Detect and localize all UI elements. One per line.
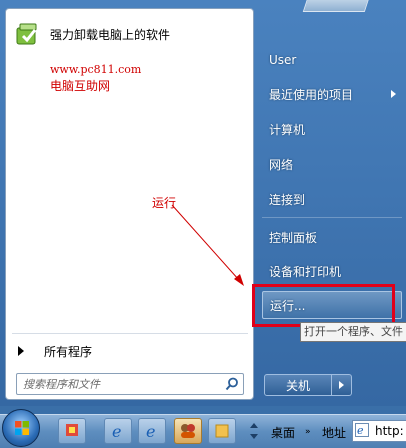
start-button[interactable] [2, 409, 40, 447]
internet-explorer-icon: e [112, 422, 121, 441]
address-toolbar-label: 地址 [322, 426, 347, 440]
internet-explorer-icon: e [146, 422, 155, 441]
taskbar-app-button[interactable] [58, 418, 86, 444]
windows-logo-icon [15, 421, 29, 435]
taskbar-scroll-arrows[interactable] [248, 418, 260, 444]
chevron-icon[interactable]: » [305, 427, 311, 437]
ie-page-icon: e [355, 423, 369, 437]
svg-text:e: e [357, 424, 364, 437]
svg-text:e: e [112, 422, 121, 441]
app-tile-icon [66, 424, 78, 436]
svg-text:e: e [146, 422, 155, 441]
desktop-toolbar-label[interactable]: 桌面 [271, 424, 295, 441]
folder-icon [215, 424, 229, 438]
taskbar-ie-button[interactable]: e [104, 418, 132, 444]
taskbar-contacts-button[interactable] [174, 418, 202, 444]
contacts-icon [181, 424, 195, 438]
annotation-arrow [171, 204, 244, 286]
taskbar-folder-button[interactable] [208, 418, 236, 444]
taskbar-ie-button-2[interactable]: e [138, 418, 166, 444]
